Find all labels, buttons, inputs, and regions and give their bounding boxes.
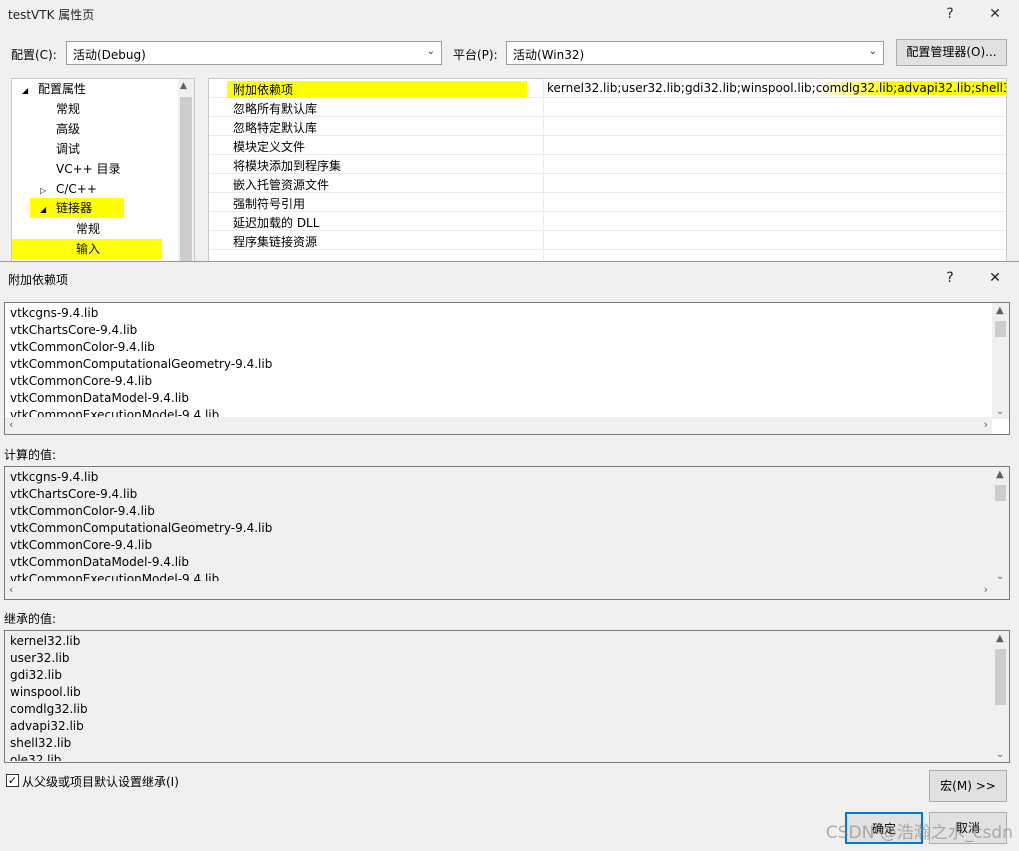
edit-line: vtkcgns-9.4.lib (10, 306, 99, 320)
additional-dependencies-dialog: 附加依赖项 ? ✕ vtkcgns-9.4.lib vtkChartsCore-… (0, 261, 1019, 851)
tree-item-cpp[interactable]: ▷ C/C++ (40, 179, 97, 199)
edit-line: vtkCommonCore-9.4.lib (10, 374, 153, 388)
evaluated-line: vtkCommonDataModel-9.4.lib (10, 555, 189, 569)
tree-scrollbar[interactable]: ▲ (178, 79, 194, 267)
scroll-thumb[interactable] (995, 485, 1006, 501)
grid-row[interactable]: 忽略所有默认库 (209, 98, 1006, 117)
tree-item-vc-dirs[interactable]: VC++ 目录 (56, 159, 121, 179)
config-label: 配置(C): (11, 48, 57, 62)
window-title: testVTK 属性页 (8, 8, 95, 22)
inherited-vertical-scrollbar[interactable]: ▲ ⌄ (992, 631, 1009, 762)
tree-item-advanced[interactable]: 高级 (56, 119, 80, 139)
evaluated-line: vtkcgns-9.4.lib (10, 470, 99, 484)
inherited-line: advapi32.lib (10, 719, 84, 733)
inherit-checkbox-label[interactable]: 从父级或项目默认设置继承(I) (22, 773, 179, 790)
inherited-value-box[interactable]: kernel32.lib user32.lib gdi32.lib winspo… (4, 630, 1010, 763)
edit-line: vtkCommonComputationalGeometry-9.4.lib (10, 357, 273, 371)
evaluated-vertical-scrollbar[interactable]: ▲ ⌄ (992, 467, 1009, 584)
close-button[interactable]: ✕ (975, 2, 1015, 26)
scroll-up-icon[interactable]: ▲ (996, 469, 1004, 480)
scroll-down-icon[interactable]: ⌄ (996, 571, 1004, 582)
grid-row[interactable]: 嵌入托管资源文件 (209, 174, 1006, 193)
evaluated-value-box[interactable]: vtkcgns-9.4.lib vtkChartsCore-9.4.lib vt… (4, 466, 1010, 600)
inherited-line: winspool.lib (10, 685, 81, 699)
inherited-line: comdlg32.lib (10, 702, 88, 716)
inherited-line: user32.lib (10, 651, 70, 665)
tree-item-general[interactable]: 常规 (56, 99, 80, 119)
grid-row[interactable]: 程序集链接资源 (209, 231, 1006, 250)
tree-item-config-props[interactable]: ◢ 配置属性 (22, 79, 86, 99)
evaluated-line: vtkCommonCore-9.4.lib (10, 538, 153, 552)
edit-line: vtkCommonExecutionModel-9.4.lib (10, 408, 220, 417)
inherited-line: gdi32.lib (10, 668, 62, 682)
expand-arrow-icon: ▷ (40, 186, 47, 195)
scroll-left-icon[interactable]: ‹ (9, 418, 13, 431)
platform-value: 活动(Win32) (513, 48, 585, 62)
property-pages-window: testVTK 属性页 ? ✕ 配置(C): 活动(Debug) ⌄ 平台(P)… (0, 0, 1019, 268)
inherited-line: shell32.lib (10, 736, 72, 750)
edit-line: vtkCommonDataModel-9.4.lib (10, 391, 189, 405)
grid-row[interactable]: 延迟加载的 DLL (209, 212, 1006, 231)
grid-row[interactable]: 附加依赖项 kernel32.lib;user32.lib;gdi32.lib;… (209, 79, 1006, 98)
evaluated-horizontal-scrollbar[interactable]: ‹ › (5, 582, 992, 599)
grid-row[interactable]: 忽略特定默认库 (209, 117, 1006, 136)
edit-horizontal-scrollbar[interactable]: ‹ › (5, 417, 992, 434)
tree-item-linker-general[interactable]: 常规 (76, 219, 100, 239)
scroll-up-icon[interactable]: ▲ (996, 305, 1004, 316)
tree-item-linker-input[interactable]: 输入 (12, 239, 162, 259)
grid-row-value: kernel32.lib;user32.lib;gdi32.lib;winspo… (547, 81, 1006, 95)
evaluated-line: vtkCommonExecutionModel-9.4.lib (10, 572, 220, 581)
config-manager-button[interactable]: 配置管理器(O)... (896, 39, 1007, 66)
scroll-thumb[interactable] (995, 649, 1006, 705)
chevron-down-icon: ⌄ (868, 46, 877, 57)
evaluated-value-label: 计算的值: (4, 448, 57, 462)
grid-row[interactable]: 将模块添加到程序集 (209, 155, 1006, 174)
grid-row[interactable]: 模块定义文件 (209, 136, 1006, 155)
help-button[interactable]: ? (930, 2, 970, 26)
inherited-line: ole32.lib (10, 753, 62, 761)
scroll-thumb[interactable] (180, 97, 192, 267)
collapse-arrow-icon: ◢ (40, 205, 47, 214)
scroll-down-icon[interactable]: ⌄ (996, 406, 1004, 417)
grid-row-name: 附加依赖项 (227, 81, 527, 98)
config-dropdown[interactable]: 活动(Debug) ⌄ (66, 41, 442, 65)
dialog-close-button[interactable]: ✕ (975, 266, 1015, 290)
edit-line: vtkCommonColor-9.4.lib (10, 340, 155, 354)
platform-label: 平台(P): (453, 48, 498, 62)
dialog-help-button[interactable]: ? (930, 266, 970, 290)
scroll-up-icon[interactable]: ▲ (180, 81, 187, 91)
scroll-up-icon[interactable]: ▲ (996, 633, 1004, 644)
scroll-thumb[interactable] (995, 321, 1006, 337)
edit-vertical-scrollbar[interactable]: ▲ ⌄ (992, 303, 1009, 419)
inherited-line: kernel32.lib (10, 634, 81, 648)
scroll-down-icon[interactable]: ⌄ (996, 749, 1004, 760)
property-tree[interactable]: ◢ 配置属性 常规 高级 调试 VC++ 目录 ▷ C/C++ ◢ 链接器 常规… (11, 78, 195, 268)
scroll-left-icon[interactable]: ‹ (9, 583, 13, 596)
evaluated-line: vtkCommonComputationalGeometry-9.4.lib (10, 521, 273, 535)
config-value: 活动(Debug) (73, 48, 146, 62)
edit-line: vtkChartsCore-9.4.lib (10, 323, 138, 337)
dialog-title: 附加依赖项 (8, 273, 69, 287)
dependencies-edit-box[interactable]: vtkcgns-9.4.lib vtkChartsCore-9.4.lib vt… (4, 302, 1010, 435)
grid-row[interactable]: 强制符号引用 (209, 193, 1006, 212)
property-grid[interactable]: 附加依赖项 kernel32.lib;user32.lib;gdi32.lib;… (208, 78, 1007, 268)
scroll-right-icon[interactable]: › (984, 418, 988, 431)
watermark: CSDN @浩瀚之水_csdn (825, 823, 1013, 843)
tree-item-debugging[interactable]: 调试 (56, 139, 80, 159)
chevron-down-icon: ⌄ (426, 46, 435, 57)
evaluated-line: vtkCommonColor-9.4.lib (10, 504, 155, 518)
inherited-value-label: 继承的值: (4, 612, 57, 626)
platform-dropdown[interactable]: 活动(Win32) ⌄ (506, 41, 884, 65)
evaluated-line: vtkChartsCore-9.4.lib (10, 487, 138, 501)
inherit-checkbox[interactable]: ✓ (6, 774, 19, 787)
macro-button[interactable]: 宏(M) >> (929, 770, 1007, 802)
tree-item-linker[interactable]: ◢ 链接器 (30, 198, 124, 218)
scroll-right-icon[interactable]: › (984, 583, 988, 596)
